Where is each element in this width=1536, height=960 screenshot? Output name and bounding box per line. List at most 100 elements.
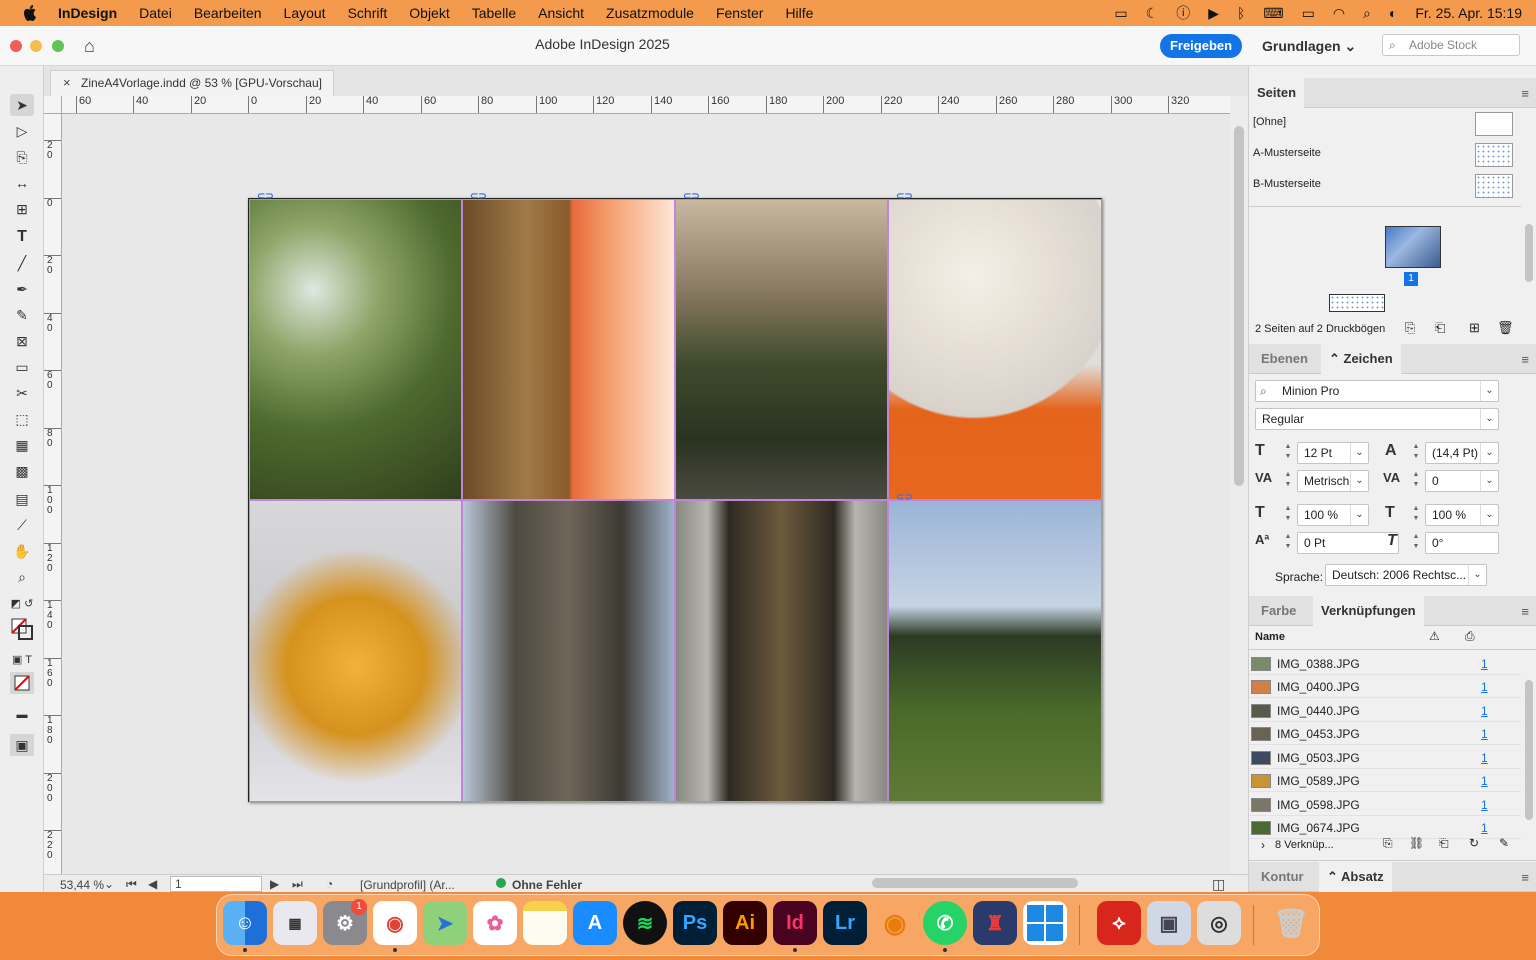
chevron-down-icon[interactable]: ⌄ [1480,505,1498,525]
preview-icon[interactable]: ▣ [1147,901,1191,945]
panel-menu-icon[interactable]: ≡ [1521,352,1529,367]
page-1-thumb[interactable] [1385,226,1441,268]
stepper-icon[interactable]: ▲ ▼ [1409,442,1423,464]
trash-icon[interactable]: 🗑 [1269,901,1313,945]
chevron-down-icon[interactable]: ⌄ [1480,443,1498,463]
list-item[interactable]: IMG_0388.JPG 1 [1249,652,1521,675]
update-link-icon[interactable]: ↻ [1469,836,1479,850]
tab-ebenen[interactable]: Ebenen [1253,344,1316,374]
warning-icon[interactable]: ⚠ [1429,629,1440,643]
link-chain-icon[interactable]: ⊂⊃ [896,492,913,503]
share-button[interactable]: Freigeben [1160,34,1242,58]
tab-zeichen[interactable]: ⌃ Zeichen [1321,344,1401,374]
leading-field[interactable]: (14,4 Pt) ⌄ [1425,442,1499,464]
list-item[interactable]: IMG_0598.JPG 1 [1249,793,1521,816]
formatting-container-icon[interactable]: ▣ T [10,648,34,670]
ruler-origin[interactable] [44,96,62,114]
image-frame-meadow-trees[interactable] [888,500,1102,802]
bluetooth-icon[interactable]: ᛒ [1237,5,1245,21]
close-tab-icon[interactable]: × [63,71,71,95]
link-page[interactable]: 1 [1481,727,1488,741]
list-item[interactable]: IMG_0453.JPG 1 [1249,722,1521,745]
moon-icon[interactable]: ☾ [1146,5,1159,22]
rectangle-frame-tool-icon[interactable]: ⊠ [10,330,34,352]
launchpad-icon[interactable]: ▦ [273,901,317,945]
content-collector-icon[interactable]: ⊞ [10,198,34,220]
chevron-down-icon[interactable]: ⌄ [1480,409,1498,429]
zoom-level[interactable]: 53,44 % [60,878,104,892]
swap-colors-icon[interactable]: ◩ ↺ [10,592,34,614]
pen-tool-icon[interactable]: ✒ [10,278,34,300]
workspace-switcher[interactable]: Grundlagen ⌄ [1262,38,1356,55]
stepper-icon[interactable]: ▲ ▼ [1281,532,1295,554]
list-item[interactable]: IMG_0503.JPG 1 [1249,746,1521,769]
image-frame-tree-mushroom[interactable] [462,500,675,802]
expand-icon[interactable]: › [1261,838,1265,852]
master-a[interactable]: A-Musterseite [1253,147,1321,159]
vertical-scale-field[interactable]: 100 % ⌄ [1297,504,1369,526]
tracking-field[interactable]: 0 ⌄ [1425,470,1499,492]
chevron-down-icon[interactable]: ⌄ [1468,565,1486,585]
direct-selection-tool-icon[interactable]: ▷ [10,120,34,142]
image-frame-plush-toy[interactable] [249,500,462,802]
stepper-icon[interactable]: ▲ ▼ [1281,470,1295,492]
list-item[interactable]: IMG_0400.JPG 1 [1249,675,1521,698]
vertical-scroll-thumb[interactable] [1234,126,1244,486]
wifi-icon[interactable]: ◠ [1333,5,1345,22]
edit-original-icon[interactable]: ✎ [1499,836,1509,850]
lightroom-icon[interactable]: Lr [823,901,867,945]
font-family-field[interactable]: ⌕ Minion Pro ⌄ [1255,380,1499,402]
font-style-field[interactable]: Regular ⌄ [1255,408,1499,430]
photos-icon[interactable]: ✿ [473,901,517,945]
eyedropper-tool-icon[interactable]: ⟋ [10,514,34,536]
spotify-icon[interactable]: ≋ [623,901,667,945]
menu-zusatzmodule[interactable]: Zusatzmodule [606,5,694,21]
apply-none-icon[interactable] [10,672,34,694]
master-b[interactable]: B-Musterseite [1253,178,1321,190]
whatsapp-icon[interactable]: ✆ [923,901,967,945]
search-icon[interactable]: ⌕ [1363,5,1371,22]
links-col-name[interactable]: Name [1255,631,1285,643]
page-icon[interactable]: ⎙ [1465,629,1475,644]
panel-menu-icon[interactable]: ≡ [1521,870,1529,885]
screen-mode-icon[interactable]: ▬ [10,704,34,726]
rectangle-tool-icon[interactable]: ▭ [10,356,34,378]
links-scroll-thumb[interactable] [1525,680,1533,820]
skew-field[interactable]: 0° [1425,532,1499,554]
maps-icon[interactable]: ➤ [423,901,467,945]
play-icon[interactable]: ▶ [1208,5,1219,22]
apple-icon[interactable] [22,4,38,22]
gradient-tool-icon[interactable]: ▦ [10,434,34,456]
link-page[interactable]: 1 [1481,798,1488,812]
master-none[interactable]: [Ohne] [1253,116,1286,128]
accessibility-icon[interactable]: ⓘ [1176,3,1190,23]
preflight-errors[interactable]: Ohne Fehler [512,878,582,892]
link-page[interactable]: 1 [1481,657,1488,671]
font-size-field[interactable]: 12 Pt ⌄ [1297,442,1369,464]
page-number-field[interactable]: 1 [170,876,262,892]
pages-scroll-thumb[interactable] [1525,224,1533,282]
tab-seiten[interactable]: Seiten [1249,78,1305,108]
vertical-ruler[interactable]: 2 0 0 2 0 4 0 6 0 8 0 1 0 0 1 2 0 1 4 0 … [44,114,62,874]
chrome-icon[interactable]: ◉ [373,901,417,945]
selection-tool-icon[interactable]: ➤ [10,94,34,116]
new-page-icon[interactable]: ⊞ [1469,320,1480,336]
chevron-down-icon[interactable]: ⌄ [1480,471,1498,491]
free-transform-tool-icon[interactable]: ⬚ [10,408,34,430]
notes-icon[interactable] [523,901,567,945]
master-none-thumb[interactable] [1475,112,1513,136]
link-page[interactable]: 1 [1481,704,1488,718]
stepper-icon[interactable]: ▲ ▼ [1281,442,1295,464]
page-spread[interactable]: ⊂⊃ ⊂⊃ ⊂⊃ ⊂⊃ ⊂⊃ [248,191,1102,802]
list-item[interactable]: IMG_0440.JPG 1 [1249,699,1521,722]
kerning-field[interactable]: Metrisch ⌄ [1297,470,1369,492]
menu-app-name[interactable]: InDesign [58,5,117,21]
pixel-app-icon[interactable]: ♜ [973,901,1017,945]
image-frame-winter-branches[interactable] [675,199,888,500]
tab-farbe[interactable]: Farbe [1253,596,1304,626]
first-page-icon[interactable]: ⏮ [126,877,137,892]
stepper-icon[interactable]: ▲ ▼ [1281,504,1295,526]
menu-hilfe[interactable]: Hilfe [785,5,813,21]
panel-menu-icon[interactable]: ≡ [1521,86,1529,101]
tab-kontur[interactable]: Kontur [1253,862,1312,892]
